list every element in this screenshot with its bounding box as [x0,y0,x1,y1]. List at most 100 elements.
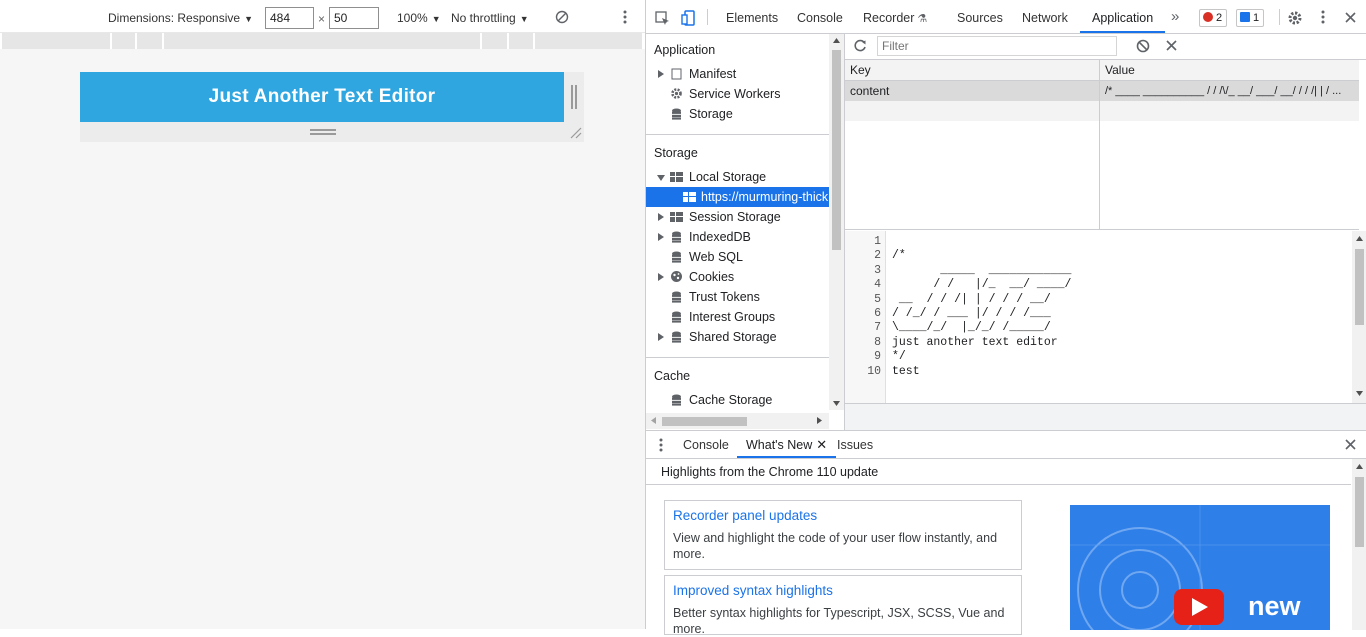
table-grid-icon [670,172,683,182]
sidebar-horizontal-scrollbar[interactable] [646,413,829,429]
expand-arrow-icon[interactable] [658,333,664,341]
media-query-ruler[interactable] [2,33,642,49]
scroll-down-icon[interactable] [1356,391,1363,396]
preview-vertical-scrollbar[interactable] [1352,231,1366,403]
feature-card-link[interactable]: Recorder panel updates [673,508,817,523]
sidebar-item-shared-storage[interactable]: Shared Storage [646,327,829,347]
delete-selected-icon[interactable] [1166,40,1177,51]
zoom-label: 100% [397,11,428,25]
table-grid-icon [670,212,683,222]
resize-corner-icon[interactable] [570,127,582,139]
highlights-title: Highlights from the Chrome 110 update [661,465,879,479]
device-width-input[interactable] [265,7,314,29]
sidebar-item-cookies[interactable]: Cookies [646,267,829,287]
sidebar-vertical-scrollbar[interactable] [829,34,844,410]
expand-arrow-icon[interactable] [658,213,664,221]
tab-network[interactable]: Network [1022,0,1068,33]
scroll-left-icon[interactable] [651,417,656,424]
tab-sources[interactable]: Sources [957,0,1003,33]
message-count-badge[interactable]: 1 [1236,9,1265,27]
error-count-badge[interactable]: 2 [1199,9,1228,27]
sidebar-item-label: Trust Tokens [689,290,760,304]
line-number: 7 [874,321,881,335]
tab-application[interactable]: Application [1080,0,1166,33]
tab-console[interactable]: Console [797,0,843,33]
sidebar-item-cache-storage[interactable]: Cache Storage [646,390,829,410]
sidebar-item-indexeddb[interactable]: IndexedDB [646,227,829,247]
device-height-input[interactable] [329,7,379,29]
sidebar-item-storage-overview[interactable]: Storage [646,104,829,124]
caret-down-icon: ▼ [431,14,441,24]
inspect-element-icon[interactable] [655,11,670,26]
sidebar-item-service-workers[interactable]: Service Workers [646,84,829,104]
scroll-up-icon[interactable] [1356,236,1363,241]
cookie-icon [671,271,682,282]
value-preview-code[interactable]: /* _____ ____________ / / |/_ __/ ____/ … [892,235,1071,379]
local-storage-view: Key Value content /* ____ __________ / /… [845,34,1366,430]
resize-handle-right[interactable] [564,72,584,122]
sidebar-item-local-storage[interactable]: Local Storage [646,167,829,187]
application-sidebar: Application Manifest Service Workers Sto… [646,34,845,430]
drawer-tab-label: What's New [746,438,813,452]
customize-devtools-icon[interactable] [1320,10,1326,24]
database-icon [672,108,681,120]
close-drawer-icon[interactable] [1345,439,1356,450]
scrollbar-thumb[interactable] [1355,477,1364,547]
drawer-tab-console[interactable]: Console [683,431,729,458]
gear-icon [671,88,682,99]
feature-card-description: Better syntax highlights for Typescript,… [673,606,1005,636]
throttling-dropdown[interactable]: No throttling ▼ [451,11,529,25]
more-options-icon[interactable] [622,10,628,24]
scrollbar-thumb[interactable] [1355,249,1364,325]
rotate-icon[interactable] [555,10,569,24]
dimensions-dropdown[interactable]: Dimensions: Responsive ▼ [108,11,253,25]
resize-handle-bottom[interactable] [80,122,584,142]
storage-filter-input[interactable] [877,36,1117,56]
sidebar-item-local-storage-origin[interactable]: https://murmuring-thick [646,187,829,207]
close-tab-icon[interactable]: ✕ [816,437,827,452]
device-toggle-icon[interactable] [681,10,695,26]
database-icon [672,311,681,323]
drawer-tab-whats-new[interactable]: What's New ✕ [737,431,837,458]
column-header-value[interactable]: Value [1100,60,1359,81]
drawer-menu-icon[interactable] [659,438,663,452]
scroll-right-icon[interactable] [817,417,822,424]
close-devtools-icon[interactable] [1345,12,1356,23]
column-divider[interactable] [1099,60,1100,230]
scroll-up-icon[interactable] [1356,464,1363,469]
scrollbar-thumb[interactable] [662,417,747,426]
storage-table: Key Value content /* ____ __________ / /… [845,60,1359,230]
expand-arrow-icon[interactable] [658,233,664,241]
scrollbar-thumb[interactable] [832,50,841,250]
sidebar-item-manifest[interactable]: Manifest [646,64,829,84]
drawer-tab-issues[interactable]: Issues [837,431,873,458]
sidebar-item-session-storage[interactable]: Session Storage [646,207,829,227]
devtools-panel: Elements Console Recorder ⚗ Sources Netwo… [645,0,1366,636]
clear-all-icon[interactable] [1136,39,1150,53]
zoom-dropdown[interactable]: 100% ▼ [397,11,441,25]
scroll-up-icon[interactable] [833,38,840,43]
settings-gear-icon[interactable] [1287,10,1303,26]
tab-recorder[interactable]: Recorder ⚗ [863,0,927,33]
column-header-key[interactable]: Key [845,60,1100,81]
whats-new-video-thumbnail[interactable]: new [1070,505,1330,630]
dimensions-label: Dimensions: Responsive [108,11,241,25]
more-tabs-icon[interactable]: » [1171,0,1179,31]
expand-arrow-icon[interactable] [658,70,664,78]
database-icon [672,231,681,243]
sidebar-item-web-sql[interactable]: Web SQL [646,247,829,267]
sidebar-item-label: Storage [689,107,733,121]
sidebar-item-interest-groups[interactable]: Interest Groups [646,307,829,327]
collapse-arrow-icon[interactable] [657,175,665,181]
tab-elements[interactable]: Elements [726,0,778,33]
refresh-icon[interactable] [853,39,867,53]
error-icon [1203,12,1213,22]
sidebar-item-trust-tokens[interactable]: Trust Tokens [646,287,829,307]
file-icon [671,68,682,80]
line-number-gutter: 1 2 3 4 5 6 7 8 9 10 [845,231,886,403]
expand-arrow-icon[interactable] [658,273,664,281]
table-row[interactable]: content /* ____ __________ / / /\/_ __/ … [845,81,1359,101]
scroll-down-icon[interactable] [833,401,840,406]
feature-card-link[interactable]: Improved syntax highlights [673,583,833,598]
drawer-vertical-scrollbar[interactable] [1352,459,1366,630]
